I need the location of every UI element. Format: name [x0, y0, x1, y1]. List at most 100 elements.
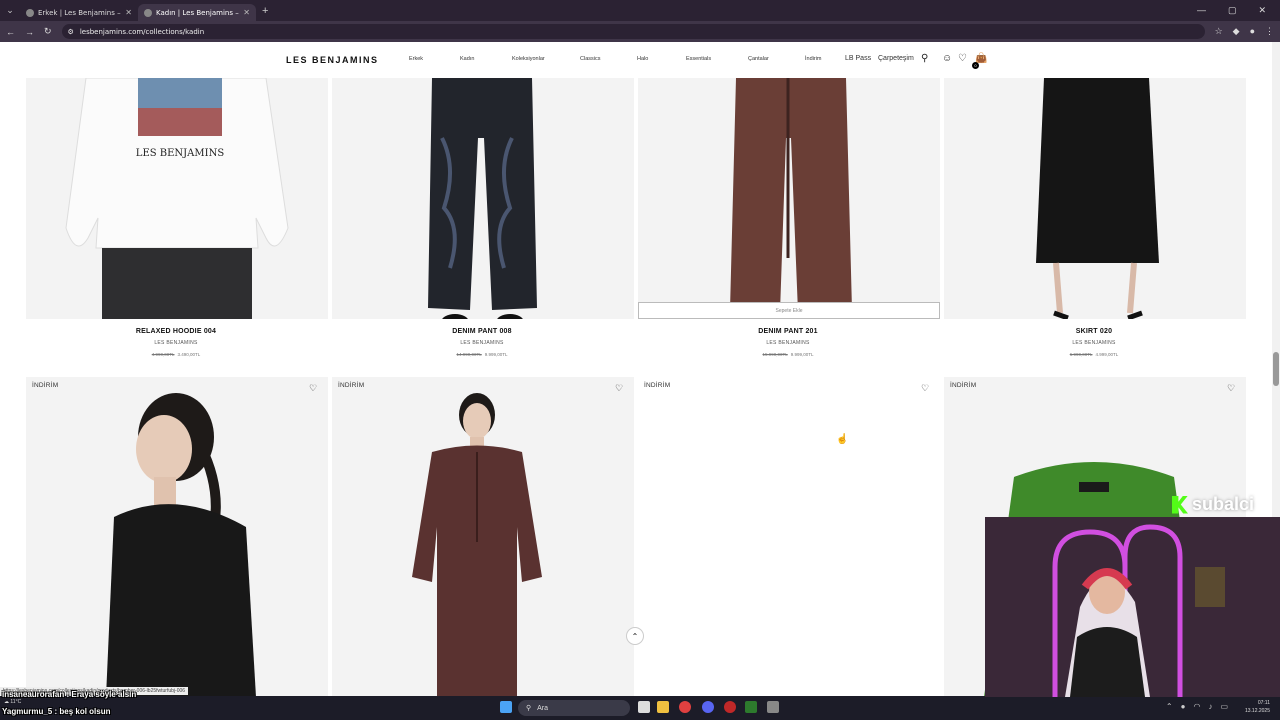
task-view-icon[interactable] — [638, 701, 650, 713]
discord-icon[interactable] — [702, 701, 714, 713]
wishlist-heart-icon[interactable]: ♡ — [309, 383, 317, 394]
nav-erkek[interactable]: Erkek — [409, 56, 423, 62]
close-window-icon[interactable]: ✕ — [1258, 5, 1266, 16]
chat-message: Yagmurmu_5 : beş kol olsun — [2, 707, 111, 716]
product-name[interactable]: DENIM PANT 201 — [638, 328, 938, 335]
product-name[interactable]: RELAXED HOODIE 004 — [26, 328, 326, 335]
weather-icon: ☁ — [4, 699, 9, 705]
nav-indirim[interactable]: İndirim — [805, 56, 822, 62]
maximize-icon[interactable]: ▢ — [1228, 5, 1237, 16]
wishlist-link[interactable]: Çarpeteşim — [878, 55, 914, 62]
site-info-icon[interactable]: ⚙ — [68, 28, 74, 36]
windows-taskbar: ☁ 11°C ⚲ Ara ⌃ ● ◠ ♪ ▭ 07:11 13.12.2025 — [0, 696, 1280, 720]
volume-icon[interactable]: ♪ — [1208, 702, 1212, 711]
old-price: 14.990,00TL — [456, 352, 482, 357]
search-icon[interactable]: ⚲ — [921, 53, 928, 64]
sale-badge: İNDİRİM — [644, 382, 671, 389]
bomber-brown-image — [332, 377, 634, 696]
sale-badge: İNDİRİM — [950, 382, 977, 389]
browser-tab-bar: ⌄ Erkek | Les Benjamins – LES BE ✕ Kadın… — [0, 0, 1280, 21]
product-card-bomber-brown[interactable] — [332, 377, 634, 696]
lb-pass-link[interactable]: LB Pass — [845, 55, 871, 62]
close-tab-icon[interactable]: ✕ — [125, 8, 132, 17]
clock[interactable]: 07:11 13.12.2025 — [1245, 699, 1270, 715]
nav-halo[interactable]: Halo — [637, 56, 648, 62]
settings-icon[interactable] — [767, 701, 779, 713]
browser-menu-icon[interactable]: ⋮ — [1265, 26, 1274, 37]
profile-icon[interactable]: ● — [1250, 26, 1255, 37]
sale-price: 3.490,00TL — [177, 352, 201, 357]
clock-time: 07:11 — [1257, 700, 1270, 706]
chat-user: insaneaurorafan — [2, 690, 65, 699]
product-card-bomber-black[interactable] — [26, 377, 328, 696]
weather-temp: 11°C — [10, 699, 22, 705]
site-logo[interactable]: LES BENJAMINS — [286, 55, 379, 65]
old-price: 6.990,00TL — [1069, 352, 1093, 357]
windows-start-icon[interactable] — [500, 701, 512, 713]
sale-price: 9.999,00TL — [484, 352, 508, 357]
nav-essentials[interactable]: Essentials — [686, 56, 711, 62]
product-card-denim-008[interactable] — [332, 78, 634, 319]
battery-icon[interactable]: ▭ — [1220, 702, 1228, 711]
tray-chevron-icon[interactable]: ⌃ — [1166, 702, 1173, 711]
bookmark-star-icon[interactable]: ☆ — [1215, 26, 1223, 37]
new-tab-button[interactable]: + — [256, 5, 274, 17]
product-card-loading[interactable] — [638, 377, 940, 696]
product-card-denim-201[interactable] — [638, 78, 940, 319]
nav-kadin[interactable]: Kadın — [460, 56, 474, 62]
file-explorer-icon[interactable] — [657, 701, 669, 713]
chrome-icon[interactable] — [679, 701, 691, 713]
sale-badge: İNDİRİM — [338, 382, 365, 389]
product-price: 4.990,00TL 3.490,00TL — [26, 352, 326, 357]
extension-icon[interactable]: ◆ — [1233, 26, 1240, 37]
product-card-hoodie[interactable]: LES BENJAMINS — [26, 78, 328, 319]
nav-classics[interactable]: Classics — [580, 56, 600, 62]
minimize-icon[interactable]: — — [1197, 5, 1206, 16]
tab-title: Kadın | Les Benjamins – LES BE — [156, 8, 239, 17]
search-icon: ⚲ — [526, 705, 532, 712]
app-icon[interactable] — [724, 701, 736, 713]
kick-logo-icon — [1172, 495, 1188, 514]
tab-title: Erkek | Les Benjamins – LES BE — [38, 8, 121, 17]
sale-price: 4.999,00TL — [1095, 352, 1119, 357]
chat-text: beş kol olsun — [59, 707, 111, 716]
address-bar: ← → ↻ ⚙ lesbenjamins.com/collections/kad… — [0, 21, 1280, 42]
reload-icon[interactable]: ↻ — [44, 26, 52, 37]
product-name[interactable]: SKIRT 020 — [944, 328, 1244, 335]
url-field[interactable]: ⚙ lesbenjamins.com/collections/kadin — [61, 24, 1205, 39]
product-name[interactable]: DENIM PANT 008 — [332, 328, 632, 335]
nav-cantalar[interactable]: Çantalar — [748, 56, 769, 62]
search-label: Ara — [537, 704, 549, 712]
system-tray: ⌃ ● ◠ ♪ ▭ — [1166, 702, 1228, 711]
denim-201-image — [638, 78, 940, 319]
product-price: 14.990,00TL 9.999,00TL — [332, 352, 632, 357]
wishlist-heart-icon[interactable]: ♡ — [921, 383, 929, 394]
chat-user: Yagmurmu_5 — [2, 707, 53, 716]
nav-koleksiyonlar[interactable]: Koleksiyonlar — [512, 56, 545, 62]
wishlist-heart-icon[interactable]: ♡ — [615, 383, 623, 394]
hoodie-image: LES BENJAMINS — [26, 78, 328, 319]
svg-text:LES BENJAMINS: LES BENJAMINS — [136, 148, 225, 159]
forward-icon[interactable]: → — [25, 27, 34, 37]
webcam-image — [985, 517, 1280, 697]
heart-icon[interactable]: ♡ — [958, 53, 967, 64]
close-tab-icon[interactable]: ✕ — [243, 8, 250, 17]
clock-date: 13.12.2025 — [1244, 708, 1270, 714]
taskbar-search[interactable]: ⚲ Ara — [518, 700, 630, 716]
product-card-skirt-020[interactable] — [944, 78, 1246, 319]
mic-icon[interactable]: ● — [1181, 702, 1186, 711]
wishlist-heart-icon[interactable]: ♡ — [1227, 383, 1235, 394]
tab-kadin[interactable]: Kadın | Les Benjamins – LES BE ✕ — [138, 4, 256, 21]
site-header: LES BENJAMINS Erkek Kadın Koleksiyonlar … — [0, 42, 1272, 78]
tab-erkek[interactable]: Erkek | Les Benjamins – LES BE ✕ — [20, 4, 138, 21]
kick-app-icon[interactable] — [745, 701, 757, 713]
account-icon[interactable]: ☺ — [942, 53, 952, 64]
tab-menu-icon[interactable]: ⌄ — [0, 0, 20, 21]
weather-widget[interactable]: ☁ 11°C — [4, 699, 21, 705]
back-icon[interactable]: ← — [6, 27, 15, 37]
old-price: 15.990,00TL — [762, 352, 788, 357]
wifi-icon[interactable]: ◠ — [1193, 702, 1200, 711]
scroll-to-top-button[interactable]: ⌃ — [626, 627, 644, 645]
add-to-cart-button[interactable]: Sepete Ekle — [638, 302, 940, 319]
scrollbar-thumb[interactable] — [1273, 352, 1279, 386]
